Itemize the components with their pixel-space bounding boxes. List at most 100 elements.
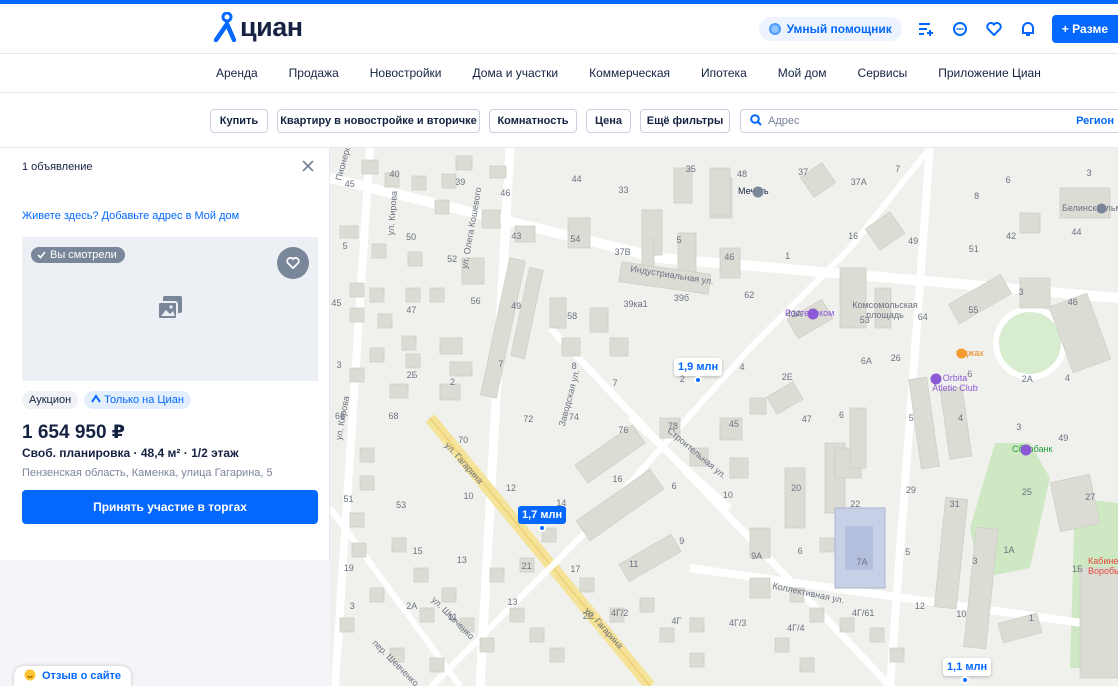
sberbank-label: Сбербанк (1012, 444, 1053, 454)
house-number: 16 (848, 231, 859, 242)
listing-params[interactable]: Своб. планировка · 48,4 м² · 1/2 этаж (22, 446, 239, 460)
house-number: 11 (448, 611, 458, 622)
house-number: 35 (685, 164, 696, 175)
house-number: 25 (1021, 486, 1032, 497)
house-number: 3 (336, 359, 342, 370)
favorite-heart-icon[interactable] (277, 247, 309, 279)
deal-type-filter[interactable]: Купить (210, 109, 268, 133)
price-pin-selected[interactable]: 1,7 млн (518, 506, 567, 524)
main-nav: Аренда Продажа Новостройки Дома и участк… (0, 55, 1118, 93)
nav-item-mortgage[interactable]: Ипотека (701, 66, 747, 80)
house-number: 20 (791, 483, 802, 494)
seen-badge: Вы смотрели (31, 247, 125, 263)
house-number: 5 (905, 547, 911, 558)
more-filters-button[interactable]: Ещё фильтры (640, 109, 730, 133)
nav-item-app[interactable]: Приложение Циан (938, 66, 1041, 80)
map-view[interactable]: Индустриальная ул. Строительная ул. Заво… (330, 148, 1118, 686)
nav-item-new-buildings[interactable]: Новостройки (370, 66, 442, 80)
house-number: 45 (331, 298, 342, 309)
belinsk-poi[interactable]: Белинсксельм (1062, 203, 1118, 214)
house-number: 6 (671, 481, 677, 492)
nav-item-sale[interactable]: Продажа (289, 66, 339, 80)
compare-list-icon[interactable] (916, 19, 936, 39)
site-feedback-button[interactable]: Отзыв о сайте (14, 666, 132, 686)
pin-dot[interactable] (694, 376, 702, 384)
listing-price: 1 654 950 ₽ (22, 422, 126, 443)
house-number: 50 (406, 232, 417, 243)
house-number: 2А (406, 601, 418, 612)
sberbank-poi[interactable]: Сбербанк (1012, 444, 1053, 456)
square-label: Комсомольская площадь (852, 300, 918, 320)
listing-photo[interactable]: Вы смотрели (22, 237, 318, 381)
add-address-my-home-link[interactable]: Живете здесь? Добавьте адрес в Мой дом (22, 210, 239, 222)
notifications-bell-icon[interactable] (1018, 19, 1038, 39)
house-number: 4Г/61 (851, 607, 875, 618)
house-number: 9А (751, 550, 763, 561)
house-number: 3 (1018, 286, 1024, 297)
close-icon[interactable] (300, 158, 316, 174)
nav-item-my-home[interactable]: Мой дом (778, 66, 827, 80)
house-number: 43А (786, 308, 803, 319)
house-number: 46 (1067, 296, 1078, 307)
belinsk-label: Белинсксельм (1062, 203, 1118, 213)
house-number: 27 (1085, 492, 1096, 503)
pin-dot[interactable] (538, 524, 546, 532)
house-number: 54 (570, 233, 581, 244)
join-auction-button[interactable]: Принять участие в торгах (22, 490, 318, 524)
search-icon (750, 113, 762, 129)
rooms-filter[interactable]: Комнатность (489, 109, 577, 133)
house-number: 10 (956, 608, 967, 619)
house-number: 51 (343, 494, 354, 505)
odzhakh-poi[interactable]: Оджах (956, 348, 984, 359)
listing-sidebar: 1 объявление Живете здесь? Добавьте адре… (0, 148, 330, 686)
house-number: 39 (455, 177, 466, 188)
nav-item-houses[interactable]: Дома и участки (473, 66, 559, 80)
property-type-filter[interactable]: Квартиру в новостройке и вторичке (277, 109, 480, 133)
house-number: 6 (967, 368, 973, 379)
region-selector[interactable]: Регион (1076, 115, 1114, 127)
house-number: 21 (521, 561, 532, 572)
house-number: 6А (860, 355, 872, 366)
nav-item-services[interactable]: Сервисы (858, 66, 908, 80)
house-number: 8 (974, 191, 980, 202)
house-number: 68 (388, 410, 399, 421)
house-number: 66 (335, 411, 346, 422)
smart-assistant-button[interactable]: Умный помощник (758, 17, 902, 41)
house-number: 74 (568, 411, 579, 422)
house-number: 4Г (671, 615, 682, 626)
house-number: 9 (679, 536, 685, 547)
price-filter[interactable]: Цена (586, 109, 631, 133)
house-number: 39б (673, 293, 690, 304)
house-number: 6 (1005, 175, 1011, 186)
nav-item-commercial[interactable]: Коммерческая (589, 66, 670, 80)
house-number: 11 (629, 558, 639, 569)
favorites-heart-icon[interactable] (984, 19, 1004, 39)
house-number: 37А (850, 176, 867, 187)
house-number: 8 (571, 361, 577, 372)
house-number: 45 (728, 418, 739, 429)
clinic-poi[interactable]: Кабинет Воробьева (1088, 556, 1118, 576)
house-number: 51 (968, 243, 979, 254)
site-header: циан Умный помощник + Разме (0, 4, 1118, 54)
address-search-field[interactable]: Адрес Регион (740, 109, 1118, 133)
place-ad-button[interactable]: + Разме (1051, 15, 1118, 43)
house-number: 52 (447, 253, 458, 264)
house-number: 47 (406, 305, 417, 316)
house-number: 45 (344, 178, 355, 189)
price-pin[interactable]: 1,1 млн (943, 658, 992, 676)
house-number: 7 (895, 163, 901, 174)
house-number: 17 (570, 563, 581, 574)
house-number: 37В (614, 247, 631, 258)
house-number: 16 (612, 474, 623, 485)
house-number: 49 (908, 236, 919, 247)
pin-dot[interactable] (961, 676, 969, 684)
mosque-poi[interactable]: Мечеть (738, 186, 769, 198)
house-number: 39ка1 (623, 299, 648, 310)
house-number: 46 (724, 251, 735, 262)
cian-logo[interactable]: циан (213, 11, 303, 43)
orbita-club-poi[interactable]: Orbita Atletic Club (930, 373, 980, 393)
house-number: 6 (838, 410, 844, 421)
nav-item-rent[interactable]: Аренда (216, 66, 258, 80)
chat-icon[interactable] (950, 19, 970, 39)
house-number: 44 (571, 174, 582, 185)
